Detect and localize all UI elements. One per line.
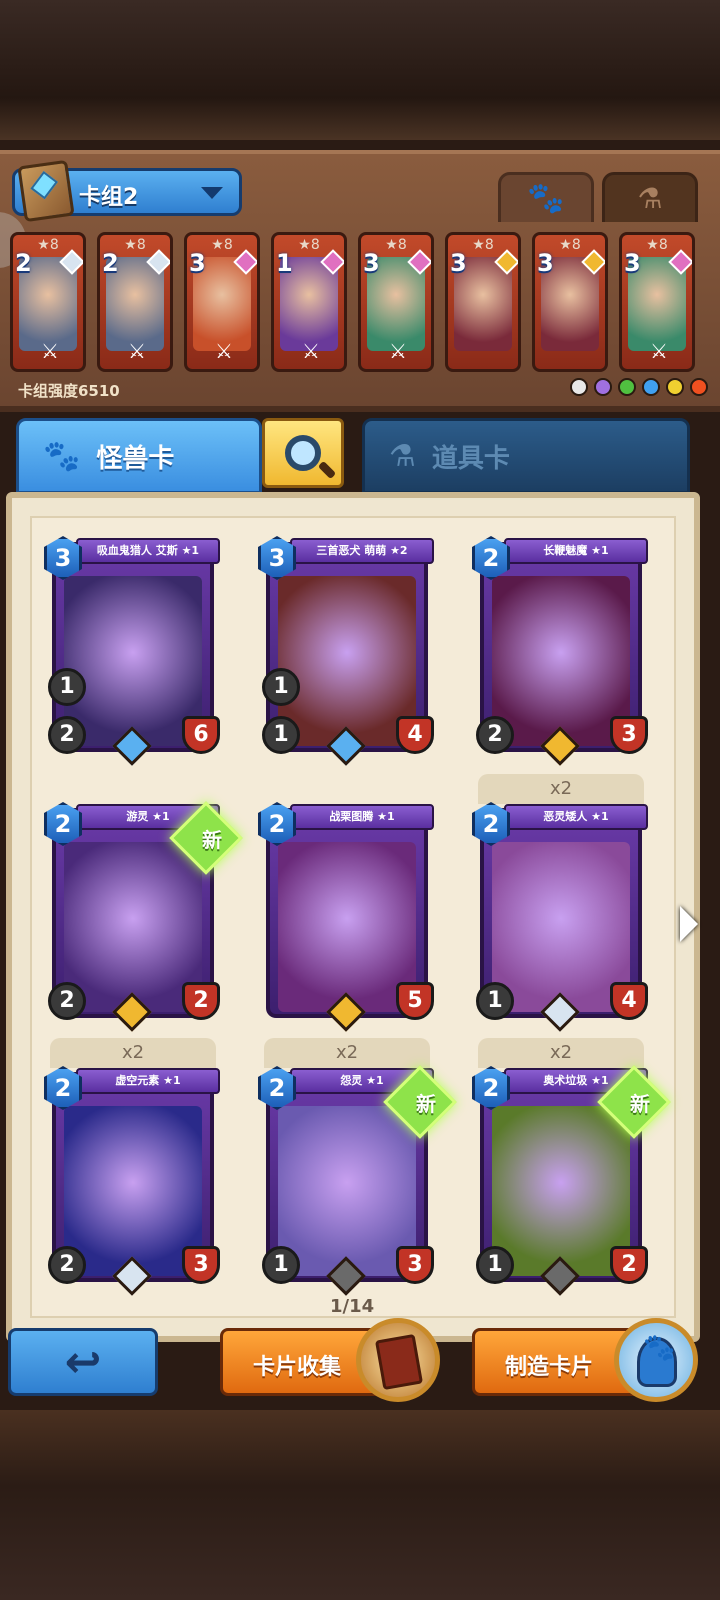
card-title: 三首恶犬 萌萌 ★2 [290, 538, 434, 564]
deck-card-cost: 3 [624, 249, 641, 277]
card-attack-stat: 2 [476, 716, 514, 754]
element-water-icon[interactable] [642, 378, 660, 396]
card-attack-stat: 1 [262, 716, 300, 754]
deck-card[interactable]: ★8 3 [532, 232, 608, 372]
deck-card-cost: 3 [537, 249, 554, 277]
next-page-arrow-icon[interactable] [680, 906, 698, 942]
top-background [0, 0, 720, 140]
collection-card[interactable]: x2 怨灵 ★1 2 1 3 新 [258, 1038, 457, 1296]
card-attack-stat: 1 [262, 1246, 300, 1284]
tab-monster-deck[interactable]: 🐾 [498, 172, 594, 222]
deck-card-row: ★8 2 ⚔ ★8 2 ⚔ ★8 3 ⚔ ★8 1 ⚔ ★8 3 ⚔ ★8 3 [10, 232, 710, 372]
bottom-background [0, 1410, 720, 1600]
search-button[interactable] [262, 418, 344, 488]
element-filter-icons [570, 378, 708, 396]
card-health-stat: 4 [396, 716, 434, 754]
deck-card-cost: 3 [189, 249, 206, 277]
collection-card[interactable]: 游灵 ★1 2 2 2 新 [44, 801, 243, 1032]
deck-card[interactable]: ★8 2 ⚔ [97, 232, 173, 372]
tab-item-cards[interactable]: ⚗ 道具卡 [362, 418, 690, 494]
craft-card-label: 制造卡片 [505, 1355, 594, 1380]
card-title: 战栗图腾 ★1 [290, 804, 434, 830]
card-attack-stat: 2 [48, 716, 86, 754]
card-range-stat: 1 [262, 668, 300, 706]
card-attack-stat: 2 [48, 1246, 86, 1284]
element-arcane-icon[interactable] [594, 378, 612, 396]
new-badge-label: 新 [630, 1092, 650, 1116]
card-health-stat: 5 [396, 982, 434, 1020]
page-indicator: 1/14 [330, 1296, 375, 1317]
deck-card-cost: 3 [450, 249, 467, 277]
tab-monster-label: 怪兽卡 [96, 443, 175, 474]
deck-power-label: 卡组强度6510 [18, 382, 120, 400]
deck-card-cost: 2 [102, 249, 119, 277]
sword-icon: ⚔ [389, 339, 407, 363]
card-health-stat: 2 [610, 1246, 648, 1284]
card-attack-stat: 1 [476, 982, 514, 1020]
collection-card[interactable]: x2 奥术垃圾 ★1 2 1 2 新 [472, 1038, 671, 1296]
paw-icon: 🐾 [43, 438, 81, 474]
card-attack-stat: 1 [476, 1246, 514, 1284]
magnifier-icon [285, 435, 321, 471]
paw-jar-icon[interactable]: 🐾 [614, 1318, 698, 1402]
chevron-down-icon [201, 187, 223, 199]
back-button[interactable]: ↩ [8, 1328, 158, 1396]
card-title: 恶灵矮人 ★1 [504, 804, 648, 830]
collection-card[interactable]: x2 虚空元素 ★1 2 2 3 [44, 1038, 220, 1296]
card-title: 吸血鬼猎人 艾斯 ★1 [76, 538, 220, 564]
deck-card-cost: 3 [363, 249, 380, 277]
new-badge-label: 新 [416, 1092, 436, 1116]
card-book-icon[interactable] [356, 1318, 440, 1402]
deck-card-cost: 1 [276, 249, 293, 277]
card-collection-label: 卡片收集 [253, 1355, 342, 1380]
deck-card[interactable]: ★8 3 ⚔ [184, 232, 260, 372]
deck-card[interactable]: ★8 3 ⚔ [358, 232, 434, 372]
tab-monster-cards[interactable]: 🐾 怪兽卡 [16, 418, 262, 494]
collection-card[interactable]: 三首恶犬 萌萌 ★2 3 1 1 4 [258, 536, 434, 766]
card-health-stat: 3 [182, 1246, 220, 1284]
collection-card[interactable]: 战栗图腾 ★1 2 5 [258, 802, 434, 1032]
paw-icon: 🐾 [643, 1333, 676, 1363]
card-title: 虚空元素 ★1 [76, 1068, 220, 1094]
card-health-stat: 6 [182, 716, 220, 754]
flask-icon: ⚗ [637, 182, 663, 215]
card-range-stat: 1 [48, 668, 86, 706]
sword-icon: ⚔ [41, 339, 59, 363]
element-fire-icon[interactable] [690, 378, 708, 396]
deck-card[interactable]: ★8 3 [445, 232, 521, 372]
sword-icon: ⚔ [215, 339, 233, 363]
new-badge-label: 新 [202, 828, 222, 852]
tab-items-label: 道具卡 [431, 443, 510, 474]
duplicate-count: x2 [264, 1038, 430, 1068]
deck-card[interactable]: ★8 2 ⚔ [10, 232, 86, 372]
element-lightning-icon[interactable] [666, 378, 684, 396]
element-nature-icon[interactable] [618, 378, 636, 396]
card-health-stat: 4 [610, 982, 648, 1020]
flask-icon: ⚗ [389, 438, 416, 474]
duplicate-count: x2 [478, 774, 644, 804]
deck-card-cost: 2 [15, 249, 32, 277]
sword-icon: ⚔ [128, 339, 146, 363]
collection-card[interactable]: 长鞭魅魔 ★1 2 2 3 [472, 536, 648, 766]
element-neutral-icon[interactable] [570, 378, 588, 396]
tab-item-deck[interactable]: ⚗ [602, 172, 698, 222]
deck-card[interactable]: ★8 3 ⚔ [619, 232, 695, 372]
collection-card[interactable]: 吸血鬼猎人 艾斯 ★1 3 1 2 6 [44, 536, 220, 766]
card-health-stat: 3 [610, 716, 648, 754]
duplicate-count: x2 [50, 1038, 216, 1068]
collection-card[interactable]: x2 恶灵矮人 ★1 2 1 4 [472, 774, 648, 1032]
deck-card[interactable]: ★8 1 ⚔ [271, 232, 347, 372]
sword-icon: ⚔ [650, 339, 668, 363]
card-health-stat: 2 [182, 982, 220, 1020]
deck-book-icon [17, 159, 75, 223]
back-arrow-icon: ↩ [64, 1336, 102, 1388]
duplicate-count: x2 [478, 1038, 644, 1068]
card-title: 长鞭魅魔 ★1 [504, 538, 648, 564]
paw-icon: 🐾 [527, 181, 565, 216]
card-health-stat: 3 [396, 1246, 434, 1284]
deck-name: 卡组2 [79, 185, 139, 210]
sword-icon: ⚔ [302, 339, 320, 363]
deck-selector-dropdown[interactable]: 卡组2 [12, 159, 242, 223]
card-attack-stat: 2 [48, 982, 86, 1020]
